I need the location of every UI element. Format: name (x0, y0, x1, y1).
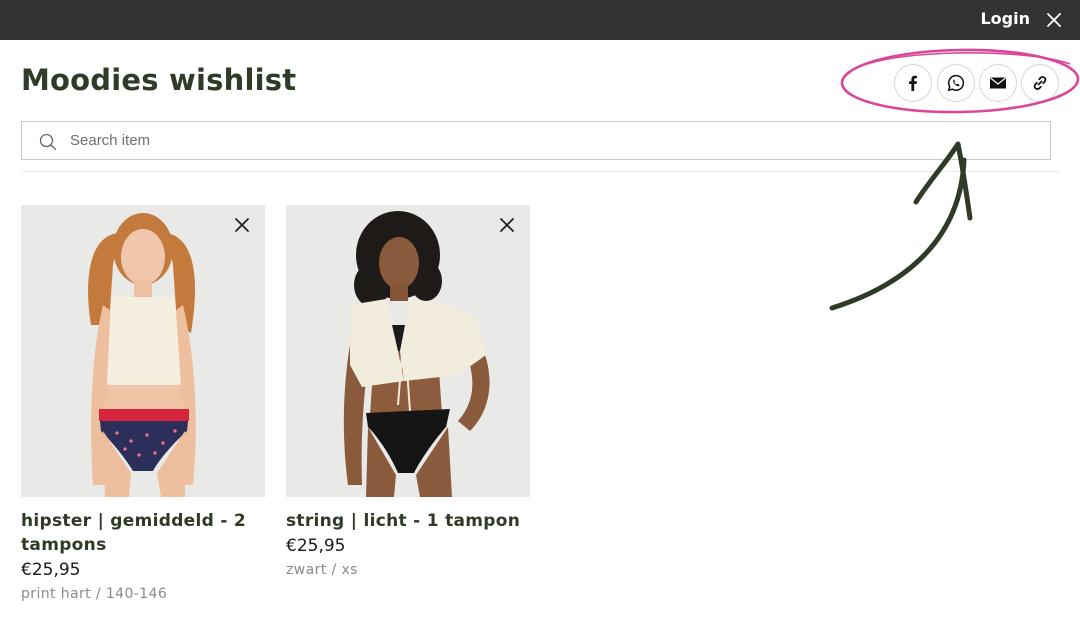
search-icon (39, 133, 57, 151)
facebook-icon (909, 75, 917, 91)
email-icon (990, 77, 1006, 89)
product-variant: print hart / 140-146 (21, 586, 168, 602)
product-image[interactable] (21, 205, 265, 497)
product-photo-illustration (21, 205, 265, 497)
product-name[interactable]: hipster | gemiddeld - 2 tampons (21, 509, 265, 557)
search-box[interactable] (21, 121, 1051, 160)
product-card[interactable]: string | licht - 1 tampon €25,95 zwart /… (286, 205, 530, 581)
remove-item-icon[interactable] (233, 216, 251, 234)
product-name[interactable]: string | licht - 1 tampon (286, 509, 530, 533)
annotation-arrow (829, 141, 973, 311)
product-price: €25,95 (21, 560, 81, 580)
share-whatsapp-button[interactable] (937, 64, 975, 102)
share-email-button[interactable] (979, 64, 1017, 102)
remove-item-icon[interactable] (498, 216, 516, 234)
search-input[interactable] (70, 122, 1030, 159)
whatsapp-icon (947, 74, 965, 92)
close-icon[interactable] (1046, 12, 1062, 28)
page-title: Moodies wishlist (21, 63, 297, 97)
login-link[interactable]: Login (980, 9, 1030, 28)
product-image[interactable] (286, 205, 530, 497)
product-photo-illustration (286, 205, 530, 497)
divider (21, 171, 1060, 172)
product-card[interactable]: hipster | gemiddeld - 2 tampons €25,95 p… (21, 205, 265, 605)
product-price: €25,95 (286, 536, 346, 556)
share-facebook-button[interactable] (894, 64, 932, 102)
top-bar: Login (0, 0, 1080, 40)
product-variant: zwart / xs (286, 562, 358, 578)
link-icon (1033, 76, 1047, 90)
share-link-button[interactable] (1021, 64, 1059, 102)
